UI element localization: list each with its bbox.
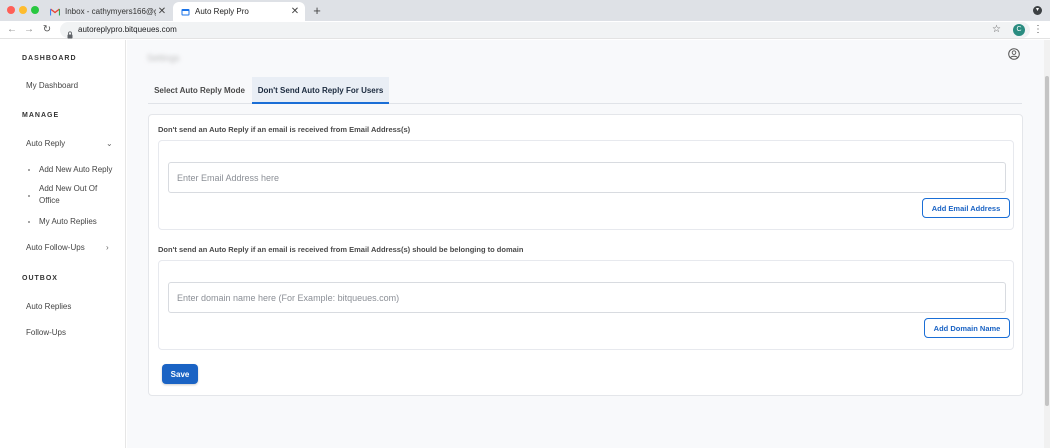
page: DASHBOARD My Dashboard MANAGE Auto Reply…	[0, 40, 1050, 448]
sidebar-section-outbox: OUTBOX	[22, 275, 58, 282]
browser-tab-title: Inbox - cathymyers166@gmail.	[65, 7, 156, 16]
sidebar-item-follow-ups[interactable]: Follow-Ups	[26, 328, 66, 337]
settings-tabs: Select Auto Reply Mode Don't Send Auto R…	[148, 77, 1022, 104]
sidebar-item-auto-reply[interactable]: Auto Reply	[26, 139, 65, 148]
add-email-address-button[interactable]: Add Email Address	[922, 198, 1010, 218]
sidebar-section-dashboard: DASHBOARD	[22, 55, 77, 62]
domain-exclusion-label: Don't send an Auto Reply if an email is …	[158, 245, 524, 254]
lock-icon	[67, 26, 73, 39]
exclusion-settings-card: Don't send an Auto Reply if an email is …	[148, 114, 1023, 396]
browser-tab-gmail[interactable]: Inbox - cathymyers166@gmail. ✕	[44, 2, 172, 21]
sidebar-item-auto-follow-ups[interactable]: Auto Follow-Ups	[26, 243, 85, 252]
browser-tab-auto-reply-pro[interactable]: Auto Reply Pro ✕	[173, 2, 305, 21]
close-icon[interactable]: ✕	[156, 6, 168, 17]
address-bar[interactable]: autoreplypro.bitqueues.com	[60, 22, 1030, 39]
bookmark-star-icon[interactable]: ☆	[992, 23, 1001, 36]
save-button[interactable]: Save	[162, 364, 198, 384]
reload-icon[interactable]: ↻	[41, 23, 53, 36]
email-exclusion-label: Don't send an Auto Reply if an email is …	[158, 125, 411, 134]
sidebar-item-add-new-auto-reply[interactable]: Add New Auto Reply	[39, 164, 112, 176]
chevron-down-icon[interactable]: ⌄	[106, 139, 113, 148]
tab-dont-send-auto-reply-for-users[interactable]: Don't Send Auto Reply For Users	[252, 77, 389, 104]
bullet-icon	[28, 195, 30, 197]
sidebar-item-my-dashboard[interactable]: My Dashboard	[26, 81, 78, 90]
page-title: Settings	[147, 53, 180, 63]
email-exclusion-group: Add Email Address	[158, 140, 1014, 230]
window-close-button[interactable]	[7, 6, 15, 14]
back-arrow-icon[interactable]: ←	[6, 23, 18, 36]
profile-avatar[interactable]: C	[1013, 24, 1025, 36]
domain-exclusion-group: Add Domain Name	[158, 260, 1014, 350]
window-zoom-button[interactable]	[31, 6, 39, 14]
chevron-right-icon[interactable]: ›	[106, 243, 109, 252]
sidebar-section-manage: MANAGE	[22, 112, 60, 119]
url-text: autoreplypro.bitqueues.com	[78, 25, 177, 34]
add-domain-name-button[interactable]: Add Domain Name	[924, 318, 1010, 338]
chevron-down-icon[interactable]: ▾	[1033, 6, 1042, 15]
sidebar-item-add-new-out-of-office[interactable]: Add New Out Of Office	[39, 183, 113, 207]
browser-tab-title: Auto Reply Pro	[195, 7, 249, 16]
browser-toolbar: ← → ↻ autoreplypro.bitqueues.com ☆ C ⋮	[0, 21, 1050, 39]
page-scrollbar[interactable]	[1044, 40, 1050, 448]
scrollbar-thumb[interactable]	[1045, 76, 1049, 406]
tab-select-auto-reply-mode[interactable]: Select Auto Reply Mode	[148, 77, 251, 104]
close-icon[interactable]: ✕	[289, 6, 301, 17]
bullet-icon	[28, 169, 30, 171]
sidebar: DASHBOARD My Dashboard MANAGE Auto Reply…	[0, 40, 126, 448]
gmail-icon	[50, 7, 60, 16]
user-account-icon[interactable]	[1008, 47, 1020, 60]
sidebar-item-my-auto-replies[interactable]: My Auto Replies	[39, 216, 97, 228]
kebab-menu-icon[interactable]: ⋮	[1033, 23, 1043, 36]
forward-arrow-icon[interactable]: →	[23, 23, 35, 36]
bullet-icon	[28, 221, 30, 223]
main-content: Settings Select Auto Reply Mode Don't Se…	[127, 40, 1044, 448]
calendar-favicon	[180, 8, 190, 16]
window-minimize-button[interactable]	[19, 6, 27, 14]
email-address-input[interactable]	[168, 162, 1006, 193]
domain-name-input[interactable]	[168, 282, 1006, 313]
sidebar-item-auto-replies[interactable]: Auto Replies	[26, 302, 71, 311]
new-tab-button[interactable]: +	[310, 3, 324, 18]
browser-tab-strip: Inbox - cathymyers166@gmail. ✕ Auto Repl…	[0, 0, 1050, 21]
